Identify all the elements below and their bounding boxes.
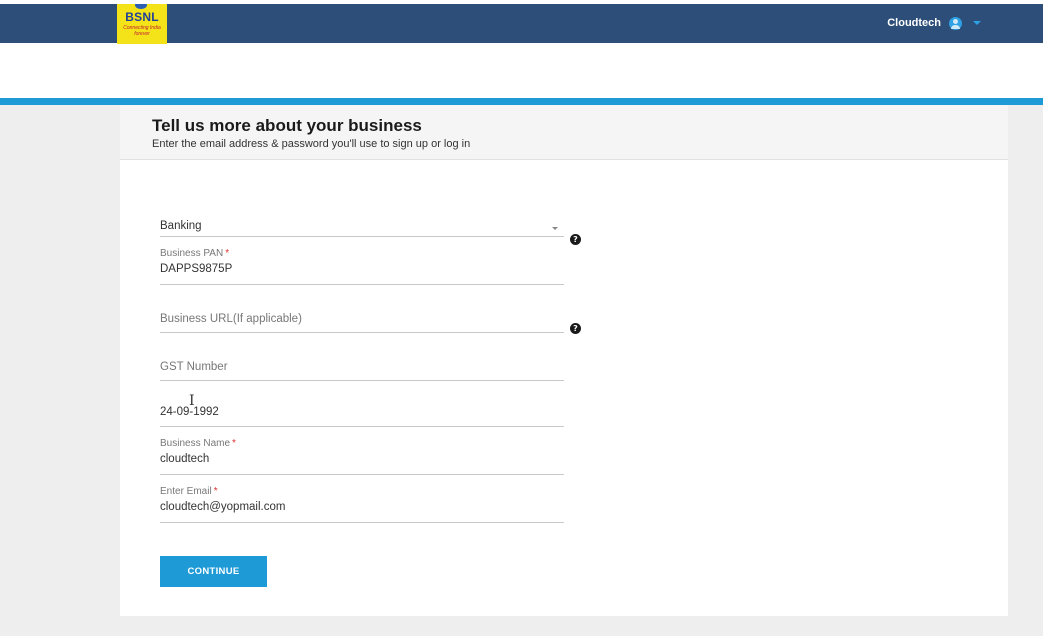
email-value[interactable]: cloudtech@yopmail.com bbox=[160, 498, 564, 516]
page-subtitle: Enter the email address & password you'l… bbox=[152, 138, 471, 150]
page-title: Tell us more about your business bbox=[152, 116, 422, 135]
business-pan-value[interactable]: DAPPS9875P bbox=[160, 260, 564, 278]
user-avatar-icon[interactable] bbox=[949, 16, 962, 30]
card-header: Tell us more about your business Enter t… bbox=[120, 105, 1008, 160]
logo-emblem bbox=[135, 4, 147, 9]
email-label: Enter Email * bbox=[160, 485, 564, 498]
business-pan-field[interactable]: Business PAN * DAPPS9875P bbox=[160, 247, 564, 285]
required-marker: * bbox=[213, 486, 218, 497]
required-marker: * bbox=[232, 438, 236, 449]
logo-title: BSNL bbox=[125, 10, 159, 24]
logo-tagline: Connecting India forever bbox=[123, 25, 161, 37]
business-name-label: Business Name * bbox=[160, 437, 564, 450]
user-menu[interactable]: Cloudtech bbox=[887, 15, 981, 31]
business-form-card: Tell us more about your business Enter t… bbox=[120, 105, 1008, 616]
dropdown-caret-icon[interactable] bbox=[552, 227, 558, 230]
help-icon[interactable]: ? bbox=[570, 234, 581, 245]
chevron-down-icon[interactable] bbox=[973, 21, 981, 25]
text-cursor-icon: I bbox=[189, 393, 195, 409]
required-marker: * bbox=[225, 248, 230, 259]
continue-button[interactable]: CONTINUE bbox=[160, 556, 267, 587]
business-url-placeholder[interactable]: Business URL(If applicable) bbox=[160, 313, 564, 325]
business-category-select[interactable]: Banking bbox=[160, 217, 564, 237]
email-label-text: Enter Email bbox=[160, 486, 212, 497]
business-url-field[interactable]: Business URL(If applicable) bbox=[160, 313, 564, 333]
help-icon[interactable]: ? bbox=[570, 323, 581, 334]
business-pan-label: Business PAN * bbox=[160, 247, 564, 260]
business-name-value[interactable]: cloudtech bbox=[160, 450, 564, 468]
gst-number-placeholder[interactable]: GST Number bbox=[160, 361, 564, 373]
date-value[interactable]: 24-09-1992 bbox=[160, 403, 564, 421]
top-navbar: BSNL Connecting India forever Cloudtech bbox=[0, 4, 1043, 44]
email-field[interactable]: Enter Email * cloudtech@yopmail.com bbox=[160, 485, 564, 523]
business-pan-label-text: Business PAN bbox=[160, 248, 224, 259]
business-category-value: Banking bbox=[160, 220, 202, 232]
gst-number-field[interactable]: GST Number bbox=[160, 361, 564, 381]
accent-strip bbox=[0, 98, 1043, 105]
business-name-label-text: Business Name bbox=[160, 438, 231, 449]
business-name-field[interactable]: Business Name * cloudtech bbox=[160, 437, 564, 475]
user-name[interactable]: Cloudtech bbox=[887, 17, 941, 29]
date-field[interactable]: 24-09-1992 bbox=[160, 403, 564, 427]
bsnl-logo[interactable]: BSNL Connecting India forever bbox=[117, 4, 167, 44]
